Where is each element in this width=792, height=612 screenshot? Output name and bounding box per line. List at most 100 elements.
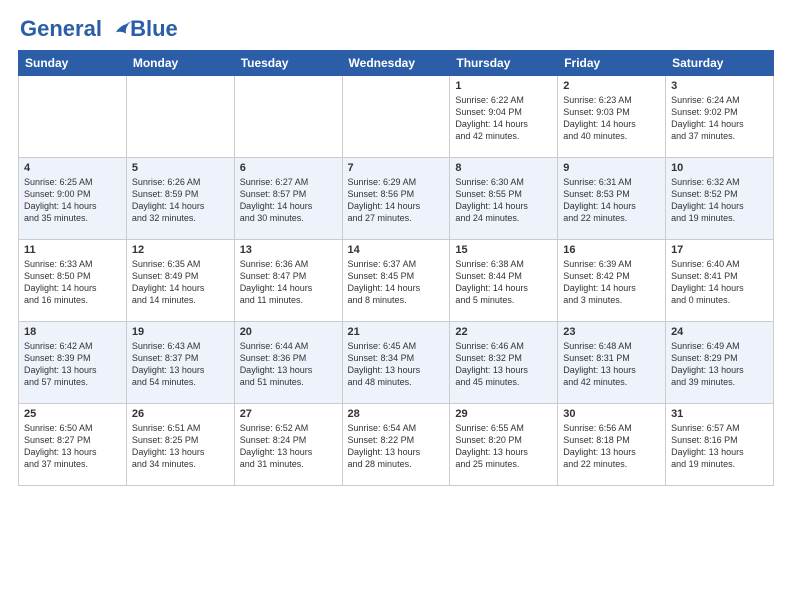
day-number: 26 — [132, 408, 229, 420]
table-row — [126, 76, 234, 158]
day-info: Sunrise: 6:57 AM Sunset: 8:16 PM Dayligh… — [671, 422, 768, 471]
table-row: 30 Sunrise: 6:56 AM Sunset: 8:18 PM Dayli… — [558, 404, 666, 486]
weekday-header-row: Sunday Monday Tuesday Wednesday Thursday… — [19, 51, 774, 76]
day-number: 25 — [24, 408, 121, 420]
day-info: Sunrise: 6:38 AM Sunset: 8:44 PM Dayligh… — [455, 258, 552, 307]
day-number: 16 — [563, 244, 660, 256]
day-info: Sunrise: 6:25 AM Sunset: 9:00 PM Dayligh… — [24, 176, 121, 225]
table-row: 29 Sunrise: 6:55 AM Sunset: 8:20 PM Dayli… — [450, 404, 558, 486]
day-number: 27 — [240, 408, 337, 420]
table-row: 7 Sunrise: 6:29 AM Sunset: 8:56 PM Daylig… — [342, 158, 450, 240]
table-row: 12 Sunrise: 6:35 AM Sunset: 8:49 PM Dayli… — [126, 240, 234, 322]
table-row: 25Sunrise: 6:50 AM Sunset: 8:27 PM Dayli… — [19, 404, 127, 486]
table-row: 14 Sunrise: 6:37 AM Sunset: 8:45 PM Dayli… — [342, 240, 450, 322]
logo-text-general: General — [20, 16, 102, 41]
calendar-week-row: 1Sunrise: 6:22 AM Sunset: 9:04 PM Daylig… — [19, 76, 774, 158]
day-number: 31 — [671, 408, 768, 420]
header-friday: Friday — [558, 51, 666, 76]
day-info: Sunrise: 6:48 AM Sunset: 8:31 PM Dayligh… — [563, 340, 660, 389]
table-row: 21Sunrise: 6:45 AM Sunset: 8:34 PM Dayli… — [342, 322, 450, 404]
table-row: 13 Sunrise: 6:36 AM Sunset: 8:47 PM Dayli… — [234, 240, 342, 322]
table-row: 22 Sunrise: 6:46 AM Sunset: 8:32 PM Dayli… — [450, 322, 558, 404]
day-info: Sunrise: 6:51 AM Sunset: 8:25 PM Dayligh… — [132, 422, 229, 471]
table-row: 31 Sunrise: 6:57 AM Sunset: 8:16 PM Dayli… — [666, 404, 774, 486]
day-number: 3 — [671, 80, 768, 92]
day-number: 5 — [132, 162, 229, 174]
day-number: 6 — [240, 162, 337, 174]
day-info: Sunrise: 6:52 AM Sunset: 8:24 PM Dayligh… — [240, 422, 337, 471]
calendar-table: Sunday Monday Tuesday Wednesday Thursday… — [18, 50, 774, 486]
day-number: 8 — [455, 162, 552, 174]
day-number: 28 — [348, 408, 445, 420]
day-info: Sunrise: 6:56 AM Sunset: 8:18 PM Dayligh… — [563, 422, 660, 471]
day-number: 17 — [671, 244, 768, 256]
table-row: 8Sunrise: 6:30 AM Sunset: 8:55 PM Daylig… — [450, 158, 558, 240]
table-row: 15 Sunrise: 6:38 AM Sunset: 8:44 PM Dayli… — [450, 240, 558, 322]
day-info: Sunrise: 6:49 AM Sunset: 8:29 PM Dayligh… — [671, 340, 768, 389]
header-thursday: Thursday — [450, 51, 558, 76]
table-row: 6 Sunrise: 6:27 AM Sunset: 8:57 PM Daylig… — [234, 158, 342, 240]
day-number: 14 — [348, 244, 445, 256]
logo: General Blue — [20, 16, 178, 42]
day-info: Sunrise: 6:36 AM Sunset: 8:47 PM Dayligh… — [240, 258, 337, 307]
table-row: 5 Sunrise: 6:26 AM Sunset: 8:59 PM Daylig… — [126, 158, 234, 240]
day-info: Sunrise: 6:35 AM Sunset: 8:49 PM Dayligh… — [132, 258, 229, 307]
header-monday: Monday — [126, 51, 234, 76]
day-number: 30 — [563, 408, 660, 420]
table-row: 17 Sunrise: 6:40 AM Sunset: 8:41 PM Dayli… — [666, 240, 774, 322]
day-info: Sunrise: 6:29 AM Sunset: 8:56 PM Dayligh… — [348, 176, 445, 225]
table-row: 19Sunrise: 6:43 AM Sunset: 8:37 PM Dayli… — [126, 322, 234, 404]
day-number: 11 — [24, 244, 121, 256]
day-info: Sunrise: 6:24 AM Sunset: 9:02 PM Dayligh… — [671, 94, 768, 143]
day-number: 18 — [24, 326, 121, 338]
header-wednesday: Wednesday — [342, 51, 450, 76]
day-number: 9 — [563, 162, 660, 174]
day-info: Sunrise: 6:23 AM Sunset: 9:03 PM Dayligh… — [563, 94, 660, 143]
day-number: 1 — [455, 80, 552, 92]
day-number: 13 — [240, 244, 337, 256]
day-number: 12 — [132, 244, 229, 256]
header-saturday: Saturday — [666, 51, 774, 76]
table-row: 28 Sunrise: 6:54 AM Sunset: 8:22 PM Dayli… — [342, 404, 450, 486]
day-info: Sunrise: 6:32 AM Sunset: 8:52 PM Dayligh… — [671, 176, 768, 225]
day-number: 7 — [348, 162, 445, 174]
calendar-week-row: 4 Sunrise: 6:25 AM Sunset: 9:00 PM Daylig… — [19, 158, 774, 240]
day-info: Sunrise: 6:26 AM Sunset: 8:59 PM Dayligh… — [132, 176, 229, 225]
day-number: 29 — [455, 408, 552, 420]
header-tuesday: Tuesday — [234, 51, 342, 76]
day-info: Sunrise: 6:43 AM Sunset: 8:37 PM Dayligh… — [132, 340, 229, 389]
table-row: 24 Sunrise: 6:49 AM Sunset: 8:29 PM Dayli… — [666, 322, 774, 404]
day-info: Sunrise: 6:33 AM Sunset: 8:50 PM Dayligh… — [24, 258, 121, 307]
page-header: General Blue — [0, 0, 792, 50]
table-row: 27 Sunrise: 6:52 AM Sunset: 8:24 PM Dayli… — [234, 404, 342, 486]
calendar-header: Sunday Monday Tuesday Wednesday Thursday… — [19, 51, 774, 76]
day-info: Sunrise: 6:55 AM Sunset: 8:20 PM Dayligh… — [455, 422, 552, 471]
day-info: Sunrise: 6:54 AM Sunset: 8:22 PM Dayligh… — [348, 422, 445, 471]
day-info: Sunrise: 6:46 AM Sunset: 8:32 PM Dayligh… — [455, 340, 552, 389]
day-info: Sunrise: 6:31 AM Sunset: 8:53 PM Dayligh… — [563, 176, 660, 225]
table-row: 2Sunrise: 6:23 AM Sunset: 9:03 PM Daylig… — [558, 76, 666, 158]
day-number: 15 — [455, 244, 552, 256]
table-row: 23Sunrise: 6:48 AM Sunset: 8:31 PM Dayli… — [558, 322, 666, 404]
logo-bird-icon — [110, 19, 132, 41]
day-info: Sunrise: 6:27 AM Sunset: 8:57 PM Dayligh… — [240, 176, 337, 225]
table-row: 16 Sunrise: 6:39 AM Sunset: 8:42 PM Dayli… — [558, 240, 666, 322]
calendar-wrapper: Sunday Monday Tuesday Wednesday Thursday… — [0, 50, 792, 494]
day-info: Sunrise: 6:45 AM Sunset: 8:34 PM Dayligh… — [348, 340, 445, 389]
table-row: 10Sunrise: 6:32 AM Sunset: 8:52 PM Dayli… — [666, 158, 774, 240]
day-info: Sunrise: 6:40 AM Sunset: 8:41 PM Dayligh… — [671, 258, 768, 307]
calendar-week-row: 25Sunrise: 6:50 AM Sunset: 8:27 PM Dayli… — [19, 404, 774, 486]
table-row: 26 Sunrise: 6:51 AM Sunset: 8:25 PM Dayli… — [126, 404, 234, 486]
day-number: 20 — [240, 326, 337, 338]
day-number: 4 — [24, 162, 121, 174]
day-number: 24 — [671, 326, 768, 338]
header-sunday: Sunday — [19, 51, 127, 76]
day-info: Sunrise: 6:39 AM Sunset: 8:42 PM Dayligh… — [563, 258, 660, 307]
table-row — [19, 76, 127, 158]
calendar-week-row: 11 Sunrise: 6:33 AM Sunset: 8:50 PM Dayli… — [19, 240, 774, 322]
day-info: Sunrise: 6:37 AM Sunset: 8:45 PM Dayligh… — [348, 258, 445, 307]
day-number: 22 — [455, 326, 552, 338]
table-row: 9 Sunrise: 6:31 AM Sunset: 8:53 PM Daylig… — [558, 158, 666, 240]
table-row: 4 Sunrise: 6:25 AM Sunset: 9:00 PM Daylig… — [19, 158, 127, 240]
calendar-body: 1Sunrise: 6:22 AM Sunset: 9:04 PM Daylig… — [19, 76, 774, 486]
